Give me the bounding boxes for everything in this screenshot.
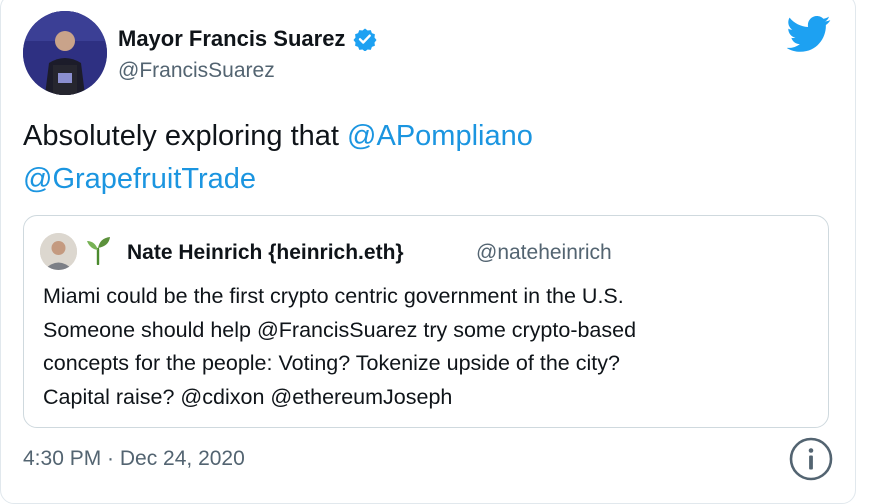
quoted-text-line: Capital raise? @cdixon @ethereumJoseph: [43, 384, 453, 409]
mention-link[interactable]: @APompliano: [347, 120, 533, 152]
author-avatar[interactable]: [23, 11, 107, 95]
tweet-timestamp[interactable]: 4:30 PM · Dec 24, 2020: [23, 447, 245, 471]
author-display-name[interactable]: Mayor Francis Suarez: [118, 26, 345, 52]
info-icon[interactable]: [788, 436, 834, 482]
quoted-author-handle[interactable]: @nateheinrich: [476, 241, 612, 265]
tweet-card: Mayor Francis Suarez @FrancisSuarez Abso…: [0, 0, 856, 504]
author-handle[interactable]: @FrancisSuarez: [118, 59, 275, 83]
tweet-text-prefix: Absolutely exploring that: [23, 120, 348, 152]
quoted-tweet[interactable]: Nate Heinrich {heinrich.eth} @nateheinri…: [23, 215, 829, 428]
quoted-author-name[interactable]: Nate Heinrich {heinrich.eth}: [127, 241, 404, 265]
quoted-text-line: Someone should help @FrancisSuarez try s…: [43, 317, 637, 342]
sprout-icon: [84, 235, 112, 266]
author-name-row: Mayor Francis Suarez: [118, 26, 377, 52]
quoted-tweet-text: Miami could be the first crypto centric …: [43, 280, 823, 414]
verified-badge-icon: [353, 27, 377, 52]
quoted-text-line: Miami could be the first crypto centric …: [43, 284, 624, 308]
twitter-bird-icon[interactable]: [786, 15, 831, 53]
tweet-text: Absolutely exploring that @APompliano @G…: [23, 115, 823, 201]
quoted-text-line: concepts for the people: Voting? Tokeniz…: [43, 351, 620, 375]
quoted-author-avatar[interactable]: [40, 233, 77, 270]
mention-link[interactable]: @GrapefruitTrade: [23, 163, 256, 195]
